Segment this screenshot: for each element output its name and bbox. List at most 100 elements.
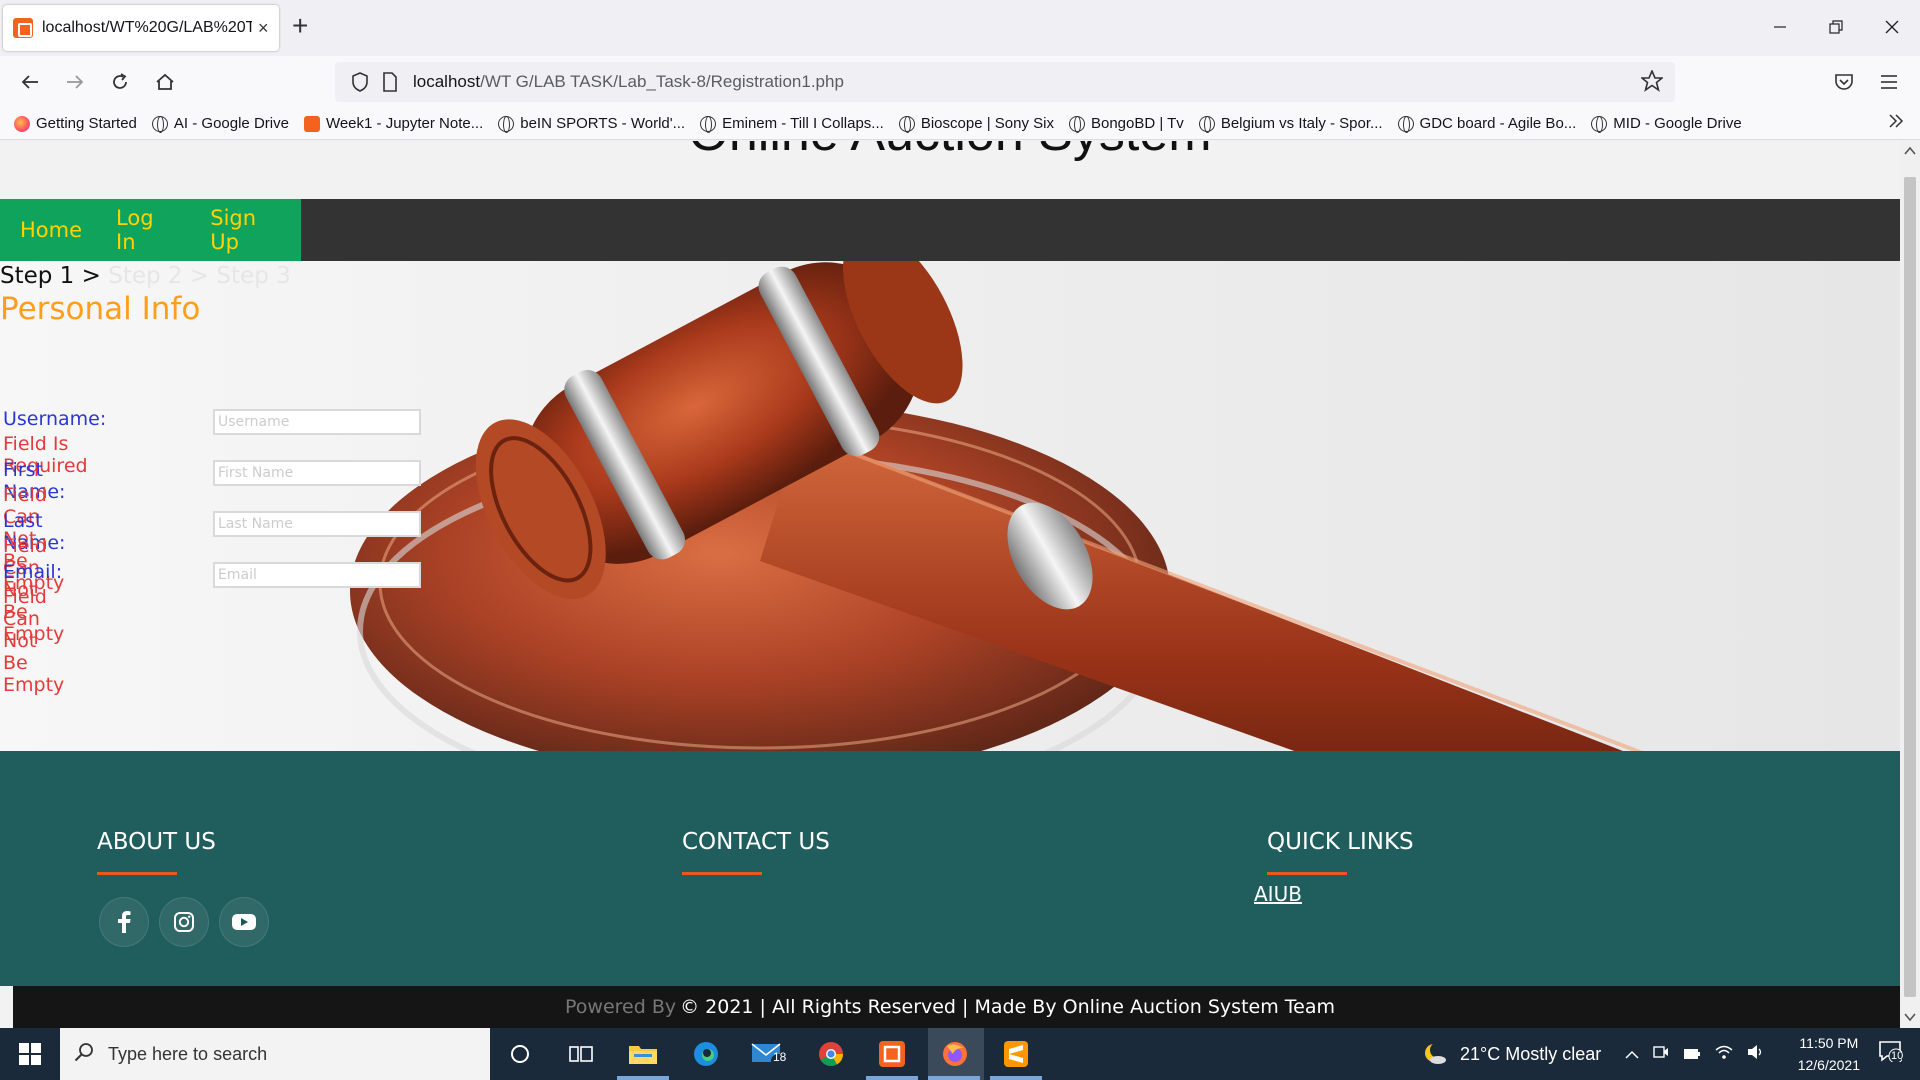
facebook-icon[interactable] bbox=[99, 897, 149, 947]
show-hidden-icons-chevron-icon[interactable] bbox=[1625, 1044, 1639, 1065]
url-host: localhost bbox=[413, 72, 481, 91]
bookmark-label: Belgium vs Italy - Spor... bbox=[1220, 115, 1383, 132]
pocket-icon[interactable] bbox=[1828, 66, 1860, 98]
bookmark-item[interactable]: Eminem - Till I Collaps... bbox=[700, 115, 884, 133]
scroll-up-icon[interactable] bbox=[1904, 145, 1916, 159]
url-path: /WT G/LAB TASK/Lab_Task-8/Registration1.… bbox=[480, 72, 844, 91]
bookmark-label: Getting Started bbox=[36, 115, 137, 132]
firstname-input[interactable]: First Name bbox=[213, 460, 421, 486]
page-icon[interactable] bbox=[375, 72, 405, 92]
instagram-icon[interactable] bbox=[159, 897, 209, 947]
aiub-link[interactable]: AIUB bbox=[1254, 882, 1302, 906]
notification-center-icon[interactable]: 10 bbox=[1878, 1040, 1906, 1068]
mail-badge: 18 bbox=[773, 1050, 787, 1064]
copyright-bar: Powered By © 2021 | All Rights Reserved … bbox=[0, 986, 1900, 1028]
windows-start-icon[interactable] bbox=[0, 1028, 60, 1080]
wifi-icon[interactable] bbox=[1715, 1044, 1733, 1065]
restore-icon[interactable] bbox=[1808, 0, 1864, 54]
globe-icon bbox=[1198, 115, 1215, 133]
chrome-icon[interactable] bbox=[813, 1036, 849, 1072]
nav-home-link[interactable]: Home bbox=[20, 218, 82, 242]
clock[interactable]: 11:50 PM 12/6/2021 bbox=[1798, 1032, 1860, 1076]
globe-icon bbox=[700, 115, 717, 133]
scroll-down-icon[interactable] bbox=[1904, 1011, 1916, 1025]
globe-icon bbox=[898, 115, 915, 133]
site-menu: Home Log In Sign Up bbox=[0, 199, 301, 261]
email-label: Email: bbox=[3, 561, 63, 583]
bookmark-label: Eminem - Till I Collaps... bbox=[722, 115, 884, 132]
page-viewport: Online Auction System Home Log In Sign U… bbox=[0, 141, 1900, 1028]
footer-about-heading: ABOUT US bbox=[97, 829, 216, 855]
bookmark-item[interactable]: Bioscope | Sony Six bbox=[898, 115, 1054, 133]
youtube-icon[interactable] bbox=[219, 897, 269, 947]
bookmark-item[interactable]: AI - Google Drive bbox=[151, 115, 289, 133]
sublime-text-icon[interactable] bbox=[998, 1036, 1034, 1072]
search-icon bbox=[74, 1042, 94, 1067]
bookmark-item[interactable]: MID - Google Drive bbox=[1591, 115, 1742, 133]
mail-icon[interactable]: 18 bbox=[751, 1036, 787, 1072]
windows-taskbar: Type here to search 18 21°C Mostly clear bbox=[0, 1028, 1920, 1080]
firefox-taskbar-icon[interactable] bbox=[937, 1036, 973, 1072]
jupyter-icon bbox=[303, 115, 320, 132]
bookmark-star-icon[interactable] bbox=[1639, 68, 1665, 97]
nav-login-link[interactable]: Log In bbox=[116, 206, 176, 254]
bookmark-item[interactable]: Getting Started bbox=[14, 115, 137, 132]
footer-divider bbox=[1267, 872, 1347, 875]
nav-signup-link[interactable]: Sign Up bbox=[210, 206, 287, 254]
shield-icon[interactable] bbox=[345, 72, 375, 92]
username-label: Username: bbox=[3, 408, 107, 430]
notification-count: 10 bbox=[1891, 1050, 1904, 1062]
site-footer: ABOUT US CONTACT US QUICK LINKS AIUB bbox=[0, 751, 1900, 986]
volume-icon[interactable] bbox=[1747, 1044, 1765, 1065]
meet-now-icon[interactable] bbox=[1653, 1044, 1669, 1065]
tab-bar: localhost/WT%20G/LAB%20TAS × + bbox=[0, 0, 1920, 56]
more-bookmarks-chevron-icon[interactable] bbox=[1888, 112, 1904, 133]
window-controls bbox=[1752, 0, 1920, 54]
email-error: Field Can Not Be Empty bbox=[3, 586, 65, 696]
file-explorer-icon[interactable] bbox=[625, 1036, 661, 1072]
lastname-input[interactable]: Last Name bbox=[213, 511, 421, 537]
email-input[interactable]: Email bbox=[213, 562, 421, 588]
step-indicator: Step 1 > Step 2 > Step 3 bbox=[0, 263, 291, 289]
bookmarks-toolbar: Getting Started AI - Google Drive Week1 … bbox=[0, 108, 1920, 140]
url-text[interactable]: localhost/WT G/LAB TASK/Lab_Task-8/Regis… bbox=[413, 72, 844, 92]
site-title: Online Auction System bbox=[0, 141, 1900, 163]
bookmark-label: Week1 - Jupyter Note... bbox=[325, 115, 484, 132]
scrollbar-thumb[interactable] bbox=[1904, 177, 1916, 997]
new-tab-button[interactable]: + bbox=[292, 10, 308, 42]
forward-arrow-icon[interactable] bbox=[59, 66, 91, 98]
taskbar-search-input[interactable]: Type here to search bbox=[60, 1028, 490, 1080]
weather-text: 21°C Mostly clear bbox=[1460, 1043, 1602, 1064]
footer-divider bbox=[682, 872, 762, 875]
reload-icon[interactable] bbox=[104, 66, 136, 98]
task-view-icon[interactable] bbox=[563, 1036, 599, 1072]
xampp-icon[interactable] bbox=[874, 1036, 910, 1072]
bookmark-item[interactable]: Belgium vs Italy - Spor... bbox=[1198, 115, 1383, 133]
minimize-icon[interactable] bbox=[1752, 0, 1808, 54]
system-tray bbox=[1625, 1028, 1765, 1080]
close-tab-icon[interactable]: × bbox=[258, 18, 269, 39]
xampp-favicon-icon bbox=[13, 18, 33, 38]
back-arrow-icon[interactable] bbox=[14, 66, 46, 98]
edge-icon[interactable] bbox=[688, 1036, 724, 1072]
bookmark-item[interactable]: BongoBD | Tv bbox=[1068, 115, 1184, 133]
weather-widget[interactable]: 21°C Mostly clear bbox=[1422, 1028, 1601, 1080]
home-icon[interactable] bbox=[149, 66, 181, 98]
browser-tab[interactable]: localhost/WT%20G/LAB%20TAS × bbox=[3, 5, 279, 51]
active-indicator bbox=[617, 1076, 669, 1080]
globe-icon bbox=[498, 115, 515, 133]
hero-background bbox=[0, 261, 1900, 751]
globe-icon bbox=[151, 115, 168, 133]
address-bar[interactable]: localhost/WT G/LAB TASK/Lab_Task-8/Regis… bbox=[335, 62, 1675, 102]
menu-hamburger-icon[interactable] bbox=[1873, 66, 1905, 98]
search-placeholder: Type here to search bbox=[108, 1043, 268, 1064]
bookmark-item[interactable]: GDC board - Agile Bo... bbox=[1397, 115, 1576, 133]
bookmark-item[interactable]: beIN SPORTS - World'... bbox=[498, 115, 685, 133]
cortana-icon[interactable] bbox=[502, 1036, 538, 1072]
bookmark-item[interactable]: Week1 - Jupyter Note... bbox=[303, 115, 484, 132]
battery-icon[interactable] bbox=[1683, 1044, 1701, 1065]
close-window-icon[interactable] bbox=[1864, 0, 1920, 54]
username-input[interactable]: Username bbox=[213, 409, 421, 435]
footer-contact-heading: CONTACT US bbox=[682, 829, 830, 855]
page-scrollbar[interactable] bbox=[1900, 141, 1920, 1028]
